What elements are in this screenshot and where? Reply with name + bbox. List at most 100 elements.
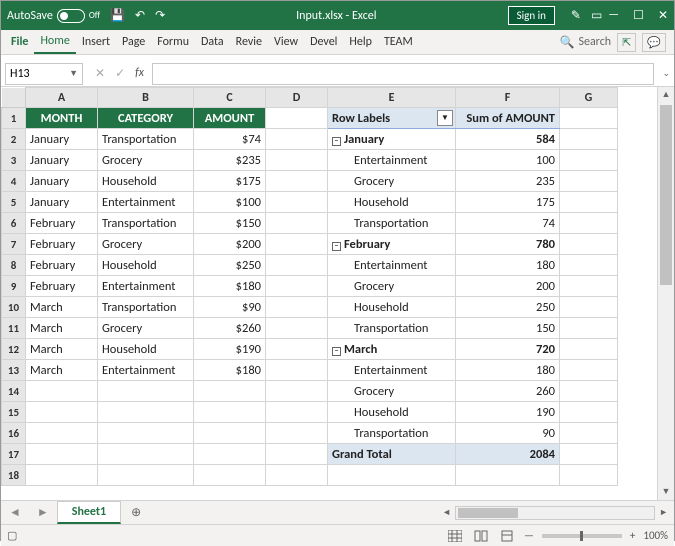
tab-devel[interactable]: Devel [304,30,343,54]
pivot-item[interactable]: Entertainment [328,360,456,381]
ribbon-display-icon[interactable]: ▭ [591,8,602,23]
data-cell[interactable]: March [26,297,98,318]
formula-input[interactable] [152,63,654,85]
row-head-2[interactable]: 2 [2,129,26,150]
collapse-icon[interactable]: − [332,137,341,146]
empty-cell[interactable] [98,402,194,423]
empty-cell[interactable] [98,423,194,444]
data-cell[interactable]: $175 [194,171,266,192]
data-cell[interactable]: February [26,213,98,234]
empty-cell[interactable] [560,444,618,465]
data-cell[interactable]: $90 [194,297,266,318]
empty-cell[interactable] [194,423,266,444]
col-head-E[interactable]: E [328,88,456,108]
data-cell[interactable]: $250 [194,255,266,276]
data-cell[interactable]: February [26,234,98,255]
data-cell[interactable]: Grocery [98,318,194,339]
sheet-nav-next-icon[interactable]: ► [29,505,57,520]
empty-cell[interactable] [560,465,618,486]
data-cell[interactable]: Household [98,171,194,192]
empty-cell[interactable] [266,234,328,255]
chevron-down-icon[interactable]: ▼ [69,68,78,79]
enter-icon[interactable]: ✓ [115,66,125,81]
add-sheet-icon[interactable]: ⊕ [121,505,151,520]
vertical-scrollbar[interactable]: ▲ ▼ [657,87,674,500]
tab-formu[interactable]: Formu [151,30,195,54]
pivot-item[interactable]: Transportation [328,423,456,444]
row-head-15[interactable]: 15 [2,402,26,423]
row-head-8[interactable]: 8 [2,255,26,276]
pivot-group[interactable]: −January [328,129,456,150]
sign-in-button[interactable]: Sign in [508,6,555,25]
data-cell[interactable]: March [26,360,98,381]
data-cell[interactable]: Grocery [98,234,194,255]
row-head-12[interactable]: 12 [2,339,26,360]
fx-icon[interactable]: fx [135,66,144,81]
empty-cell[interactable] [266,192,328,213]
empty-cell[interactable] [194,444,266,465]
data-cell[interactable]: $150 [194,213,266,234]
empty-cell[interactable] [26,402,98,423]
row-head-9[interactable]: 9 [2,276,26,297]
toggle-track[interactable] [57,9,85,23]
comments-button[interactable]: 💬 [642,33,666,52]
row-head-5[interactable]: 5 [2,192,26,213]
col-head-A[interactable]: A [26,88,98,108]
row-head-11[interactable]: 11 [2,318,26,339]
data-cell[interactable]: $180 [194,360,266,381]
empty-cell[interactable] [194,381,266,402]
pivot-item[interactable]: Grocery [328,276,456,297]
mode-icon[interactable]: ✎ [571,8,581,23]
row-head-10[interactable]: 10 [2,297,26,318]
scroll-down-icon[interactable]: ▼ [658,484,674,500]
col-head-D[interactable]: D [266,88,328,108]
empty-cell[interactable] [560,360,618,381]
empty-cell[interactable] [266,360,328,381]
empty-cell[interactable] [560,171,618,192]
tab-file[interactable]: File [5,30,34,54]
expand-formula-icon[interactable]: ⌄ [658,68,674,79]
empty-cell[interactable] [560,150,618,171]
tab-team[interactable]: TEAM [378,30,419,54]
row-head-3[interactable]: 3 [2,150,26,171]
page-break-view-icon[interactable] [498,528,516,544]
empty-cell[interactable] [560,339,618,360]
redo-icon[interactable]: ↷ [155,8,165,23]
empty-cell[interactable] [266,402,328,423]
empty-cell[interactable] [560,255,618,276]
row-head-6[interactable]: 6 [2,213,26,234]
undo-icon[interactable]: ↶ [135,8,145,23]
empty-cell[interactable] [266,318,328,339]
empty-cell[interactable] [98,381,194,402]
empty-cell[interactable] [266,213,328,234]
pivot-group[interactable]: −February [328,234,456,255]
pivot-item[interactable]: Transportation [328,318,456,339]
empty-cell[interactable] [266,339,328,360]
pivot-item[interactable]: Grocery [328,381,456,402]
empty-cell[interactable] [26,465,98,486]
row-head-13[interactable]: 13 [2,360,26,381]
data-cell[interactable]: February [26,255,98,276]
tab-data[interactable]: Data [195,30,230,54]
empty-cell[interactable] [560,108,618,129]
row-head-1[interactable]: 1 [2,108,26,129]
data-cell[interactable]: January [26,171,98,192]
col-head-G[interactable]: G [560,88,618,108]
tab-insert[interactable]: Insert [76,30,116,54]
empty-cell[interactable] [266,423,328,444]
maximize-icon[interactable]: ☐ [633,8,644,23]
hscroll-left-icon[interactable]: ◄ [442,507,451,518]
scroll-up-icon[interactable]: ▲ [658,87,674,103]
row-head-4[interactable]: 4 [2,171,26,192]
empty-cell[interactable] [26,381,98,402]
empty-cell[interactable] [266,108,328,129]
empty-cell[interactable] [560,276,618,297]
data-cell[interactable]: $190 [194,339,266,360]
data-cell[interactable]: March [26,339,98,360]
pivot-item[interactable]: Grocery [328,171,456,192]
row-head-16[interactable]: 16 [2,423,26,444]
empty-cell[interactable] [26,423,98,444]
empty-cell[interactable] [266,465,328,486]
empty-cell[interactable] [266,171,328,192]
save-icon[interactable]: 💾 [110,8,125,23]
